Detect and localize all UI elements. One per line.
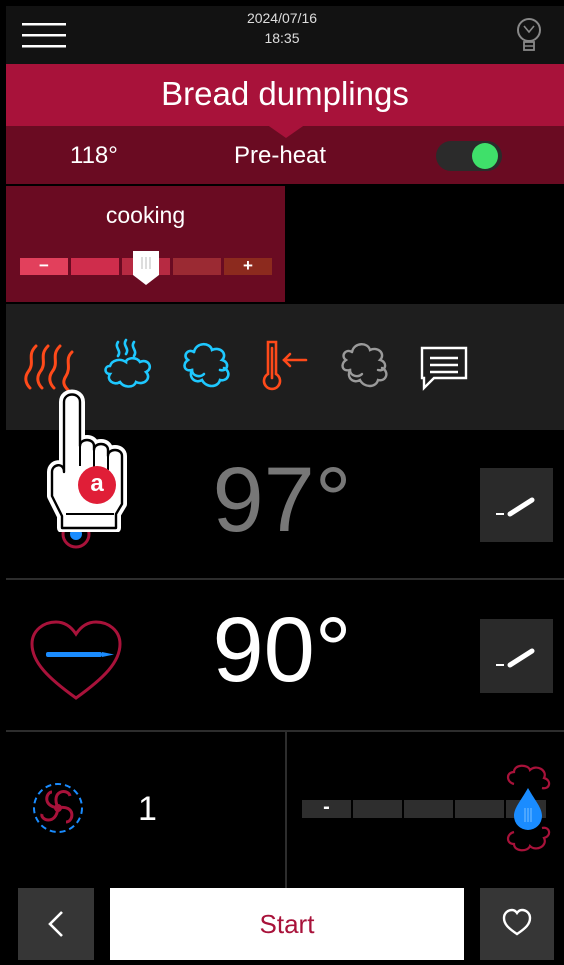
program-title: Bread dumplings [161,75,409,112]
preheat-temperature: 118° [70,142,118,169]
program-title-bar: Bread dumplings [6,64,564,126]
humidity-minus-button[interactable]: - [302,796,351,818]
chevron-left-icon [48,911,63,937]
cooking-level-segment[interactable] [173,258,221,275]
humidity-level-segment[interactable] [404,800,453,818]
smoke-icon[interactable] [336,338,396,394]
cooking-plus-button[interactable]: + [224,256,272,275]
row-divider [6,578,564,580]
edit-cabinet-temperature-button[interactable] [480,468,553,542]
favorite-button[interactable] [480,888,554,960]
time-text: 18:35 [264,30,300,46]
steam-icon[interactable] [100,338,160,394]
humidity-level-segment[interactable] [353,800,402,818]
pencil-icon [496,497,535,517]
column-divider [285,732,287,888]
callout-badge: a [78,466,116,504]
back-button[interactable] [18,888,94,960]
pencil-icon [496,648,535,668]
humidity-water-drop-icon[interactable] [500,762,556,858]
edit-core-temperature-button[interactable] [480,619,553,693]
cooking-slider-thumb[interactable] [133,251,159,285]
minus-symbol: − [39,256,49,275]
date-text: 2024/07/16 [246,10,318,26]
start-button[interactable]: Start [110,888,464,960]
combi-steam-icon[interactable] [178,338,238,394]
dry-heat-icon[interactable] [22,338,82,394]
pointing-hand-icon [46,388,132,533]
cooking-label: cooking [105,202,186,228]
date-time: 2024/07/16 18:35 [0,8,564,48]
notes-icon[interactable] [414,338,474,394]
preheat-toggle-knob[interactable] [472,143,498,169]
core-temperature-icon[interactable] [256,338,316,394]
fan-speed-icon[interactable] [30,780,86,836]
cooking-level-segment[interactable] [71,258,119,275]
cooking-minus-button[interactable]: − [20,256,68,275]
callout-label: a [90,470,104,497]
fan-speed-value: 1 [138,790,157,828]
minus-symbol: - [323,796,330,818]
humidity-level-segment[interactable] [455,800,504,818]
preheat-label: Pre-heat [234,142,327,169]
tips-lightbulb-icon[interactable] [514,16,544,56]
heart-icon [502,908,532,936]
plus-symbol: + [243,256,253,275]
title-notch [266,124,306,138]
